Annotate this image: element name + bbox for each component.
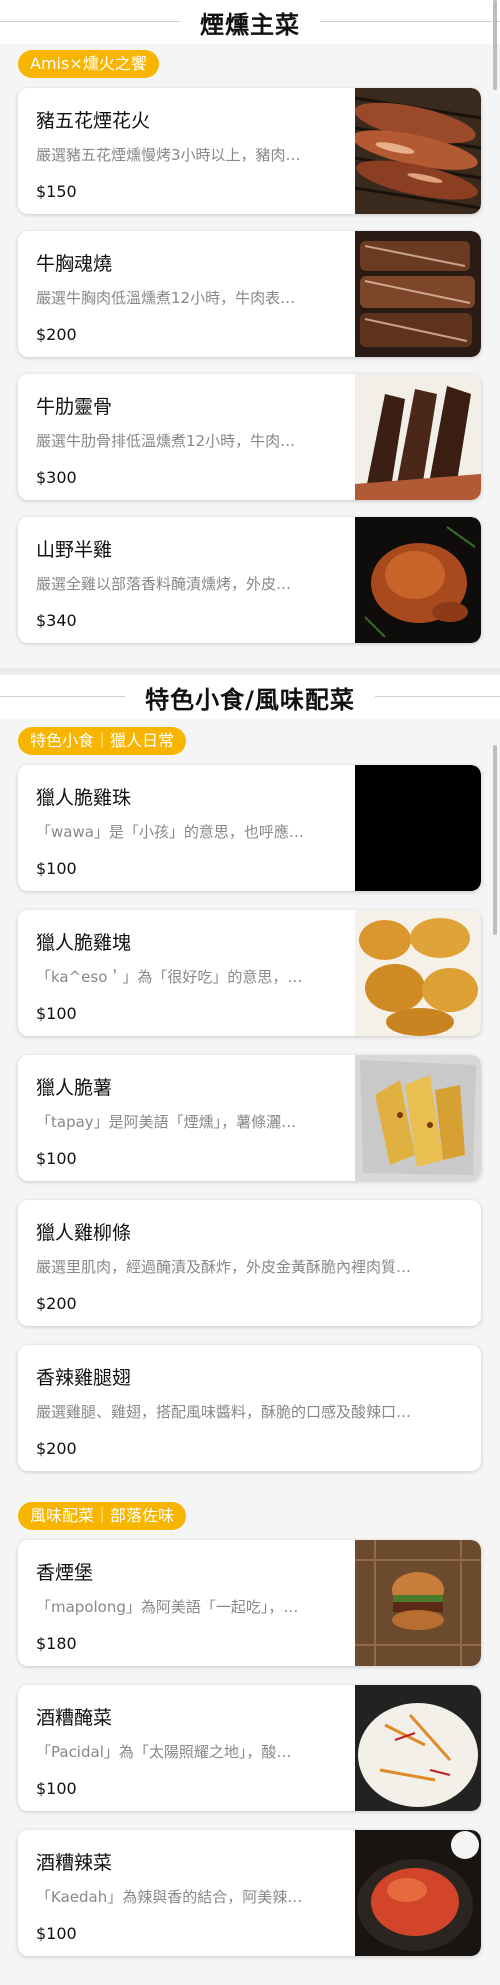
- header-divider-left: [0, 696, 125, 697]
- menu-item-description: 「tapay」是阿美語「煙燻」，薯條灑…: [36, 1113, 297, 1131]
- scrollbar-thumb[interactable]: [493, 0, 497, 90]
- menu-item-description: 嚴選牛肋骨排低溫燻煮12小時，牛肉…: [36, 432, 296, 450]
- menu-item-card[interactable]: 豬五花煙花火 嚴選豬五花煙燻慢烤3小時以上，豬肉… $150: [18, 88, 481, 214]
- menu-item-price: $100: [36, 1149, 77, 1168]
- menu-item-card[interactable]: 酒糟醃菜 「Pacidal」為「太陽照耀之地」，酸… $100: [18, 1685, 481, 1811]
- section-title: 特色小食/風味配菜: [131, 679, 369, 715]
- category-tag[interactable]: 特色小食｜獵人日常: [18, 727, 187, 755]
- menu-item-price: $100: [36, 1924, 77, 1943]
- brisket-photo: [355, 231, 481, 357]
- section-title: 煙燻主菜: [186, 4, 314, 40]
- menu-item-price: $100: [36, 1779, 77, 1798]
- menu-item-card[interactable]: 酒糟辣菜 「Kaedah」為辣與香的結合，阿美辣… $100: [18, 1830, 481, 1956]
- menu-item-card[interactable]: 山野半雞 嚴選全雞以部落香料醃漬燻烤，外皮… $340: [18, 517, 481, 643]
- menu-item-name: 獵人雞柳條: [36, 1222, 132, 1244]
- bacon-grill-photo: [355, 88, 481, 214]
- menu-item-description: 「Kaedah」為辣與香的結合，阿美辣…: [36, 1888, 303, 1906]
- spicy-kimchi-photo: [355, 1830, 481, 1956]
- menu-item-name: 牛肋靈骨: [36, 396, 113, 418]
- menu-item-name: 獵人脆雞塊: [36, 932, 132, 954]
- scrollbar-thumb[interactable]: [493, 745, 497, 935]
- header-divider-left: [0, 21, 180, 22]
- menu-item-name: 香辣雞腿翅: [36, 1367, 132, 1389]
- menu-item-price: $300: [36, 468, 77, 487]
- menu-item-description: 「wawa」是「小孩」的意思，也呼應…: [36, 823, 304, 841]
- header-divider-right: [375, 696, 500, 697]
- menu-item-card[interactable]: 獵人脆雞塊 「ka^eso＇」為「很好吃」的意思，… $100: [18, 910, 481, 1036]
- menu-item-price: $150: [36, 182, 77, 201]
- menu-item-name: 獵人脆薯: [36, 1077, 113, 1099]
- menu-item-price: $340: [36, 611, 77, 630]
- menu-item-description: 嚴選豬五花煙燻慢烤3小時以上，豬肉…: [36, 146, 301, 164]
- menu-item-description: 嚴選全雞以部落香料醃漬燻烤，外皮…: [36, 575, 292, 593]
- menu-item-description: 「Pacidal」為「太陽照耀之地」，酸…: [36, 1743, 292, 1761]
- category-tag[interactable]: Amis×燻火之饗: [18, 50, 159, 78]
- menu-item-description: 嚴選牛胸肉低溫燻煮12小時，牛肉表…: [36, 289, 296, 307]
- menu-item-card[interactable]: 牛肋靈骨 嚴選牛肋骨排低溫燻煮12小時，牛肉… $300: [18, 374, 481, 500]
- menu-item-card[interactable]: 獵人雞柳條 嚴選里肌肉，經過醃漬及酥炸，外皮金黃酥脆內裡肉質… $200: [18, 1200, 481, 1326]
- menu-item-description: 嚴選里肌肉，經過醃漬及酥炸，外皮金黃酥脆內裡肉質…: [36, 1258, 412, 1276]
- section-header-snacks-sides: 特色小食/風味配菜: [0, 675, 500, 719]
- menu-item-name: 香煙堡: [36, 1562, 94, 1584]
- category-tag[interactable]: 風味配菜｜部落佐味: [18, 1502, 187, 1530]
- roast-chicken-photo: [355, 517, 481, 643]
- menu-item-name: 酒糟醃菜: [36, 1707, 113, 1729]
- menu-item-price: $100: [36, 1004, 77, 1023]
- section-header-smoked-mains: 煙燻主菜: [0, 0, 500, 44]
- menu-item-description: 「ka^eso＇」為「很好吃」的意思，…: [36, 968, 303, 986]
- menu-item-price: $200: [36, 1439, 77, 1458]
- menu-item-name: 牛胸魂燒: [36, 253, 113, 275]
- menu-item-price: $180: [36, 1634, 77, 1653]
- header-divider-right: [320, 21, 500, 22]
- nuggets-photo: [355, 910, 481, 1036]
- pickled-cabbage-photo: [355, 1685, 481, 1811]
- menu-item-card[interactable]: 獵人脆薯 「tapay」是阿美語「煙燻」，薯條灑… $100: [18, 1055, 481, 1181]
- menu-page: 煙燻主菜 Amis×燻火之饗 豬五花煙花火 嚴選豬五花煙燻慢烤3小時以上，豬肉……: [0, 0, 500, 1985]
- potato-wedges-photo: [355, 1055, 481, 1181]
- burger-paper-photo: [355, 1540, 481, 1666]
- image-placeholder: [355, 765, 481, 891]
- menu-item-name: 酒糟辣菜: [36, 1852, 113, 1874]
- menu-item-name: 山野半雞: [36, 539, 113, 561]
- menu-item-name: 獵人脆雞珠: [36, 787, 132, 809]
- menu-item-price: $200: [36, 1294, 77, 1313]
- beef-rib-photo: [355, 374, 481, 500]
- menu-item-card[interactable]: 獵人脆雞珠 「wawa」是「小孩」的意思，也呼應… $100: [18, 765, 481, 891]
- menu-item-card[interactable]: 牛胸魂燒 嚴選牛胸肉低溫燻煮12小時，牛肉表… $200: [18, 231, 481, 357]
- menu-item-name: 豬五花煙花火: [36, 110, 151, 132]
- menu-item-description: 嚴選雞腿、雞翅，搭配風味醬料，酥脆的口感及酸辣口…: [36, 1403, 412, 1421]
- menu-item-price: $200: [36, 325, 77, 344]
- menu-item-price: $100: [36, 859, 77, 878]
- menu-item-description: 「mapolong」為阿美語「一起吃」，…: [36, 1598, 299, 1616]
- menu-item-card[interactable]: 香辣雞腿翅 嚴選雞腿、雞翅，搭配風味醬料，酥脆的口感及酸辣口… $200: [18, 1345, 481, 1471]
- menu-item-card[interactable]: 香煙堡 「mapolong」為阿美語「一起吃」，… $180: [18, 1540, 481, 1666]
